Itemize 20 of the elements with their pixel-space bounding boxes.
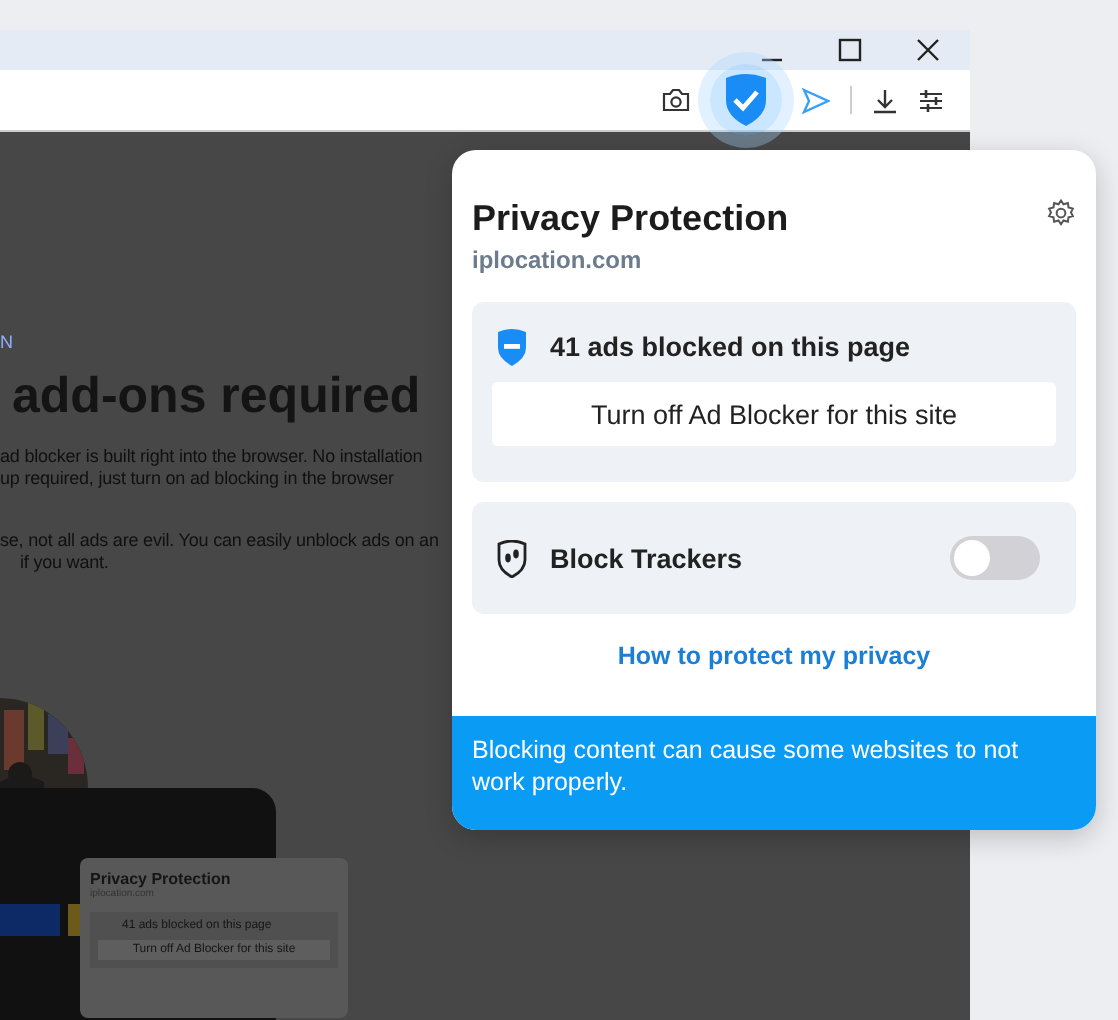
section-label: N bbox=[0, 332, 13, 352]
warning-text: Blocking content can cause some websites to not work properly. bbox=[472, 736, 1019, 796]
settings-icon[interactable] bbox=[1046, 198, 1076, 228]
shield-footprints-icon bbox=[496, 539, 528, 577]
close-icon[interactable] bbox=[916, 38, 940, 62]
send-icon[interactable] bbox=[802, 87, 830, 113]
download-icon[interactable] bbox=[872, 87, 898, 113]
mini-title: Privacy Protection bbox=[90, 870, 231, 888]
block-trackers-toggle[interactable] bbox=[950, 536, 1040, 580]
shield-check-icon[interactable] bbox=[722, 72, 770, 128]
block-trackers-label: Block Trackers bbox=[550, 543, 745, 573]
camera-icon[interactable] bbox=[662, 88, 690, 112]
privacy-help-link[interactable]: How to protect my privacy bbox=[617, 642, 931, 670]
maximize-icon[interactable] bbox=[838, 38, 862, 62]
popup-title: Privacy Protection bbox=[472, 198, 789, 240]
turn-off-button[interactable]: Turn off Ad Blocker for this site bbox=[492, 382, 1056, 446]
shield-minus-icon bbox=[496, 328, 528, 366]
site-name: iplocation.com bbox=[472, 246, 642, 274]
ads-blocked-text: 41 ads blocked on this page bbox=[550, 332, 911, 362]
sliders-icon[interactable] bbox=[918, 87, 944, 113]
